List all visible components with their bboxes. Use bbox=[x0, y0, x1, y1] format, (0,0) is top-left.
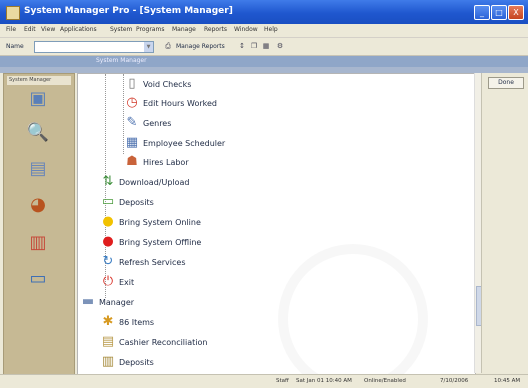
nav-button-card[interactable]: ▭ bbox=[21, 268, 55, 306]
clipboard-icon: ▤ bbox=[29, 158, 47, 179]
menu-system[interactable]: System bbox=[110, 26, 132, 33]
watermark-logo bbox=[278, 244, 428, 374]
exit-icon: ⏻ bbox=[102, 274, 114, 289]
settings-icon[interactable]: ⚙ bbox=[276, 42, 284, 50]
maximize-button[interactable]: □ bbox=[491, 5, 507, 20]
app-icon bbox=[6, 6, 20, 20]
tree-item-cashier-reconciliation[interactable]: ▤ Cashier Reconciliation bbox=[100, 333, 208, 351]
tree-item-label: Manager bbox=[99, 297, 135, 307]
menu-edit[interactable]: Edit bbox=[24, 26, 36, 33]
close-button[interactable]: X bbox=[508, 5, 524, 20]
tree-item-86-items[interactable]: ✱ 86 Items bbox=[100, 313, 155, 331]
status-bar: Staff Sat Jan 01 10:40 AM Online/Enabled… bbox=[0, 374, 528, 388]
side-panel: Done bbox=[481, 73, 527, 373]
tree-item-genres[interactable]: ✎ Genres bbox=[124, 114, 172, 132]
menu-view[interactable]: View bbox=[41, 26, 55, 33]
items-icon: ✱ bbox=[102, 314, 114, 329]
tree-item-label: Void Checks bbox=[143, 79, 192, 89]
tree-item-hires-labor[interactable]: ☗ Hires Labor bbox=[124, 153, 189, 171]
tree-item-refresh-services[interactable]: ↻ Refresh Services bbox=[100, 253, 186, 271]
tree-item-label: Exit bbox=[119, 277, 135, 287]
window-title: System Manager Pro - [System Manager] bbox=[24, 6, 233, 16]
tree-item-label: Hires Labor bbox=[143, 157, 189, 167]
folder-icon: ▬ bbox=[81, 294, 95, 309]
tree-item-label: Bring System Online bbox=[119, 217, 201, 227]
minimize-button[interactable]: _ bbox=[474, 5, 490, 20]
application-window: System Manager Pro - [System Manager] _ … bbox=[0, 0, 528, 388]
chart-icon: ▥ bbox=[29, 232, 47, 253]
nav-button-chart[interactable]: ▥ bbox=[21, 232, 55, 270]
offline-icon: ● bbox=[102, 234, 114, 249]
navigation-pane-header: System Manager bbox=[7, 76, 71, 85]
menu-file[interactable]: File bbox=[6, 26, 16, 33]
monitor-icon: ▣ bbox=[29, 88, 47, 109]
deposit-icon: ▥ bbox=[101, 354, 115, 369]
tree-item-label: Refresh Services bbox=[119, 257, 186, 267]
menu-applications[interactable]: Applications bbox=[60, 26, 97, 33]
tree-item-label: Deposits bbox=[119, 197, 154, 207]
tree-item-manager-deposits[interactable]: ▥ Deposits bbox=[100, 353, 154, 371]
status-user: Staff bbox=[276, 378, 289, 384]
menu-help[interactable]: Help bbox=[264, 26, 278, 33]
tree-item-deposits[interactable]: ▭ Deposits bbox=[100, 193, 154, 211]
menu-programs[interactable]: Programs bbox=[136, 26, 164, 33]
menu-manage[interactable]: Manage bbox=[172, 26, 196, 33]
card-icon: ▭ bbox=[29, 268, 47, 289]
section-title: System Manager bbox=[96, 57, 147, 64]
tree-item-manager[interactable]: ▬ Manager bbox=[80, 293, 134, 311]
notepad-icon: ✎ bbox=[126, 115, 138, 130]
clock-icon: ◷ bbox=[126, 95, 138, 110]
toolbar: Name ▼ ⎙ Manage Reports ↕ ❐ ▦ ⚙ bbox=[0, 38, 528, 56]
transfer-icon: ⇅ bbox=[102, 174, 114, 189]
sort-icon[interactable]: ↕ bbox=[238, 42, 246, 50]
done-button[interactable]: Done bbox=[488, 77, 524, 89]
tree-item-employee-scheduler[interactable]: ▦ Employee Scheduler bbox=[124, 134, 225, 152]
section-header: System Manager bbox=[0, 56, 528, 67]
name-combo[interactable]: ▼ bbox=[34, 41, 154, 53]
menu-bar: File Edit View Applications System Progr… bbox=[0, 24, 528, 38]
cashier-icon: ▤ bbox=[101, 334, 115, 349]
tree-item-label: Deposits bbox=[119, 357, 154, 367]
tree-item-label: Genres bbox=[143, 118, 172, 128]
tree-item-bring-offline[interactable]: ● Bring System Offline bbox=[100, 233, 201, 251]
printer-icon[interactable]: ⎙ bbox=[164, 42, 172, 50]
grid-icon[interactable]: ▦ bbox=[262, 42, 270, 50]
nav-button-clipboard[interactable]: ▤ bbox=[21, 158, 55, 196]
status-time: 10:45 AM bbox=[494, 378, 521, 384]
magnifier-icon: 🔍 bbox=[26, 122, 50, 143]
labor-icon: ☗ bbox=[126, 154, 138, 169]
money-icon: ▭ bbox=[101, 194, 115, 209]
tree-item-void-checks[interactable]: ▯ Void Checks bbox=[124, 75, 191, 93]
tree-item-edit-hours[interactable]: ◷ Edit Hours Worked bbox=[124, 94, 217, 112]
menu-window[interactable]: Window bbox=[234, 26, 258, 33]
nav-button-search[interactable]: 🔍 bbox=[21, 122, 55, 160]
calendar-icon: ▦ bbox=[125, 135, 139, 150]
tree-item-exit[interactable]: ⏻ Exit bbox=[100, 273, 134, 291]
tree-item-label: 86 Items bbox=[119, 317, 155, 327]
tree-item-bring-online[interactable]: ● Bring System Online bbox=[100, 213, 201, 231]
copy-icon[interactable]: ❐ bbox=[250, 42, 258, 50]
title-bar: System Manager Pro - [System Manager] _ … bbox=[0, 0, 528, 24]
online-icon: ● bbox=[102, 214, 114, 229]
chevron-down-icon[interactable]: ▼ bbox=[144, 42, 153, 52]
nav-button-globe[interactable]: ◕ bbox=[21, 194, 55, 232]
tree-item-label: Employee Scheduler bbox=[143, 138, 226, 148]
globe-icon: ◕ bbox=[30, 194, 46, 215]
tree-item-download-upload[interactable]: ⇅ Download/Upload bbox=[100, 173, 190, 191]
tree-item-label: Bring System Offline bbox=[119, 237, 202, 247]
status-mode: Online/Enabled bbox=[364, 378, 406, 384]
nav-button-monitor[interactable]: ▣ bbox=[21, 88, 55, 126]
manage-reports-button[interactable]: Manage Reports bbox=[176, 43, 225, 50]
refresh-icon: ↻ bbox=[102, 254, 114, 269]
status-datetime: Sat Jan 01 10:40 AM bbox=[296, 378, 352, 384]
task-tree: ▯ Void Checks ◷ Edit Hours Worked ✎ Genr… bbox=[77, 73, 476, 375]
tree-item-label: Cashier Reconciliation bbox=[119, 337, 208, 347]
tree-item-label: Edit Hours Worked bbox=[143, 98, 217, 108]
status-version: 7/10/2006 bbox=[440, 378, 469, 384]
document-icon: ▯ bbox=[128, 76, 136, 91]
toolbar-label: Name bbox=[6, 43, 24, 50]
navigation-pane: System Manager ▣ 🔍 ▤ ◕ ▥ ▭ bbox=[3, 73, 75, 375]
tree-item-label: Download/Upload bbox=[119, 177, 190, 187]
menu-reports[interactable]: Reports bbox=[204, 26, 227, 33]
